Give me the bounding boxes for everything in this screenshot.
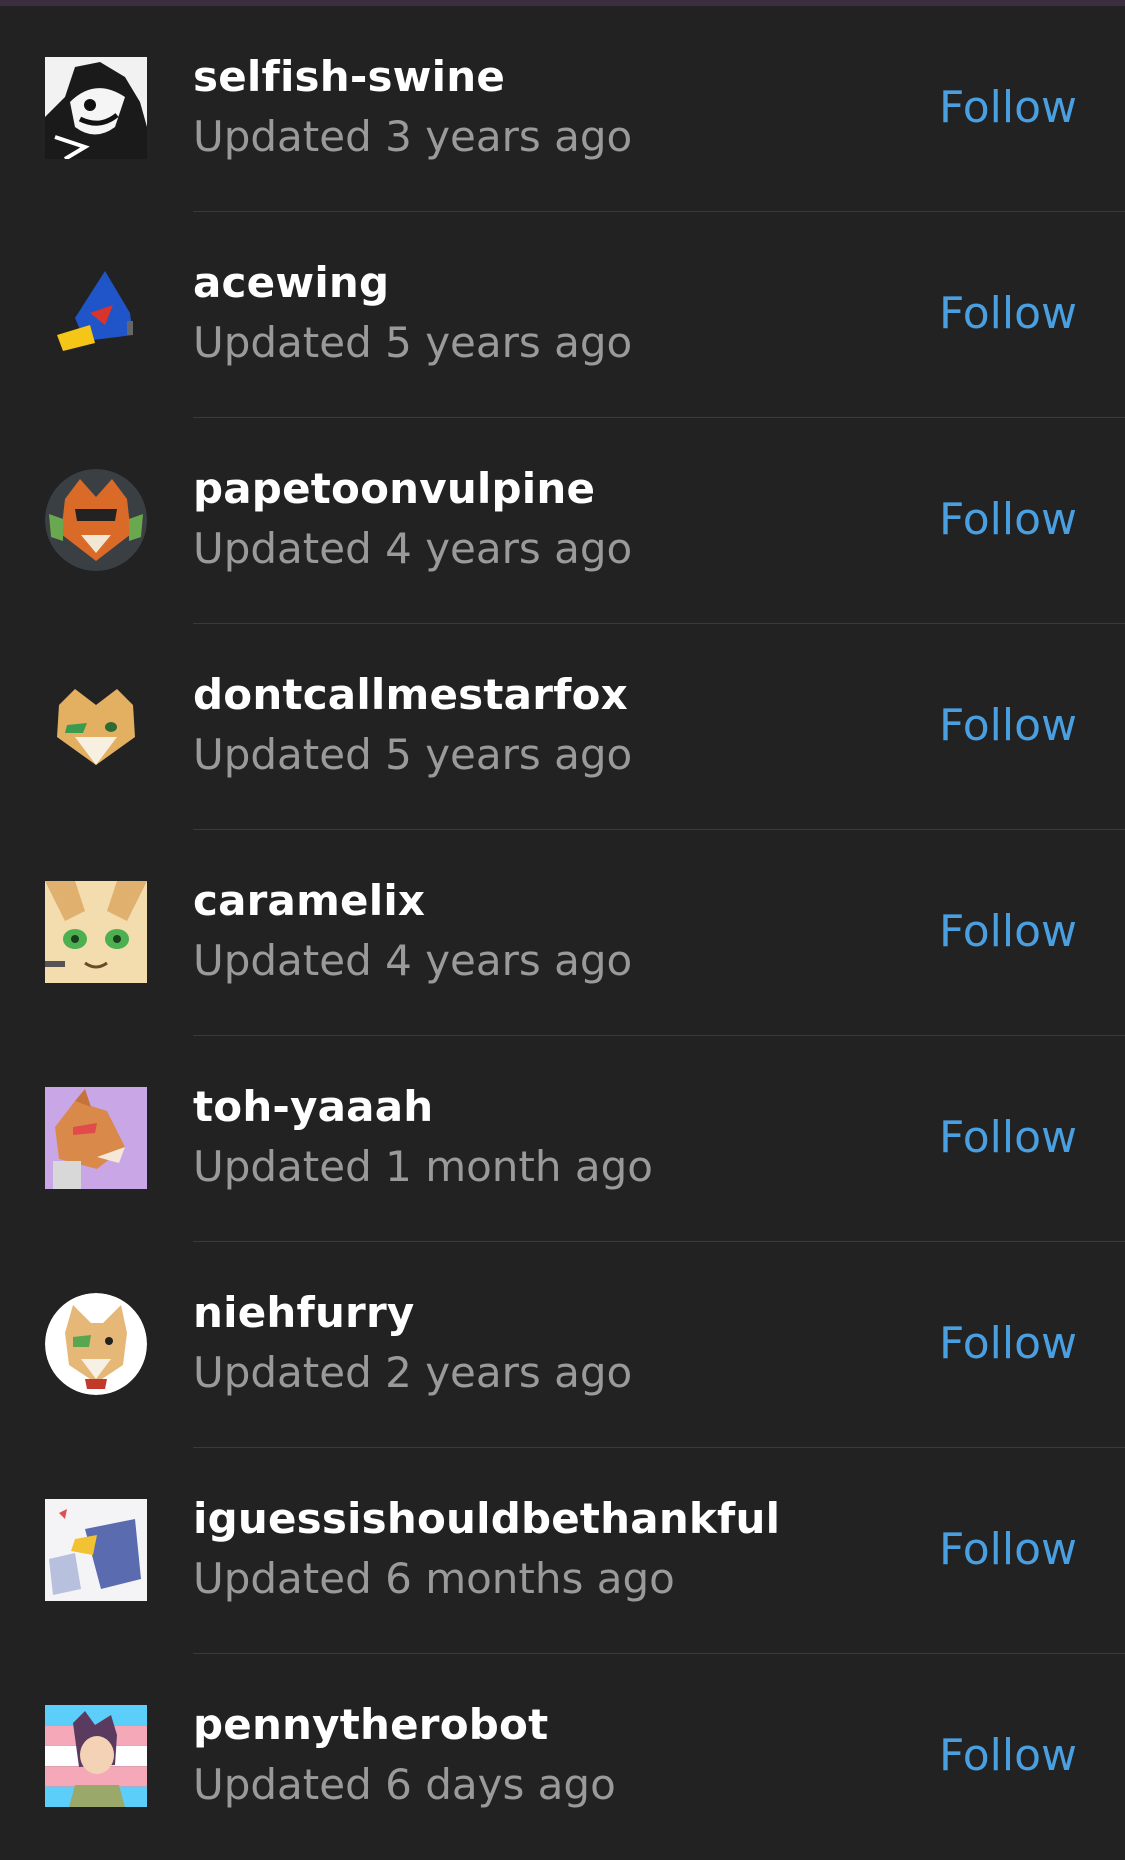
fox-face-green-eyes-avatar-icon[interactable]	[45, 881, 147, 983]
fox-portrait-circle-avatar-icon[interactable]	[45, 1293, 147, 1395]
character-trans-flag-avatar-icon[interactable]	[45, 1705, 147, 1807]
updated-text: Updated 4 years ago	[193, 936, 633, 985]
updated-text: Updated 1 month ago	[193, 1142, 653, 1191]
follow-button[interactable]: Follow	[939, 700, 1077, 751]
updated-text: Updated 6 months ago	[193, 1554, 675, 1603]
fox-pilot-circle-avatar-icon[interactable]	[45, 469, 147, 571]
updated-text: Updated 5 years ago	[193, 730, 633, 779]
list-item[interactable]: dontcallmestarfox Updated 5 years ago Fo…	[0, 624, 1125, 830]
blog-list: selfish-swine Updated 3 years ago Follow…	[0, 6, 1125, 1860]
updated-text: Updated 6 days ago	[193, 1760, 616, 1809]
follow-button[interactable]: Follow	[939, 494, 1077, 545]
list-item[interactable]: papetoonvulpine Updated 4 years ago Foll…	[0, 418, 1125, 624]
updated-text: Updated 2 years ago	[193, 1348, 633, 1397]
bird-and-wolf-avatar-icon[interactable]	[45, 1499, 147, 1601]
blog-name[interactable]: dontcallmestarfox	[193, 670, 628, 719]
list-item[interactable]: iguessishouldbethankful Updated 6 months…	[0, 1448, 1125, 1654]
blog-name[interactable]: pennytherobot	[193, 1700, 548, 1749]
follow-button[interactable]: Follow	[939, 288, 1077, 339]
follow-button[interactable]: Follow	[939, 906, 1077, 957]
blue-bird-helmet-avatar-icon[interactable]	[45, 263, 147, 365]
blog-name[interactable]: papetoonvulpine	[193, 464, 595, 513]
blog-name[interactable]: toh-yaaah	[193, 1082, 433, 1131]
updated-text: Updated 3 years ago	[193, 112, 633, 161]
cartoon-dog-bw-avatar-icon[interactable]	[45, 57, 147, 159]
follow-button[interactable]: Follow	[939, 1318, 1077, 1369]
list-item[interactable]: pennytherobot Updated 6 days ago Follow	[0, 1654, 1125, 1860]
blog-name[interactable]: acewing	[193, 258, 389, 307]
blog-name[interactable]: niehfurry	[193, 1288, 414, 1337]
follow-button[interactable]: Follow	[939, 1112, 1077, 1163]
blog-name[interactable]: selfish-swine	[193, 52, 505, 101]
list-item[interactable]: selfish-swine Updated 3 years ago Follow	[0, 6, 1125, 212]
blog-name[interactable]: caramelix	[193, 876, 425, 925]
follow-button[interactable]: Follow	[939, 1730, 1077, 1781]
follow-button[interactable]: Follow	[939, 82, 1077, 133]
updated-text: Updated 5 years ago	[193, 318, 633, 367]
list-item[interactable]: caramelix Updated 4 years ago Follow	[0, 830, 1125, 1036]
list-item[interactable]: acewing Updated 5 years ago Follow	[0, 212, 1125, 418]
updated-text: Updated 4 years ago	[193, 524, 633, 573]
follow-button[interactable]: Follow	[939, 1524, 1077, 1575]
list-item[interactable]: niehfurry Updated 2 years ago Follow	[0, 1242, 1125, 1448]
fox-head-avatar-icon[interactable]	[45, 675, 147, 777]
blog-name[interactable]: iguessishouldbethankful	[193, 1494, 780, 1543]
fox-profile-purple-avatar-icon[interactable]	[45, 1087, 147, 1189]
list-item[interactable]: toh-yaaah Updated 1 month ago Follow	[0, 1036, 1125, 1242]
